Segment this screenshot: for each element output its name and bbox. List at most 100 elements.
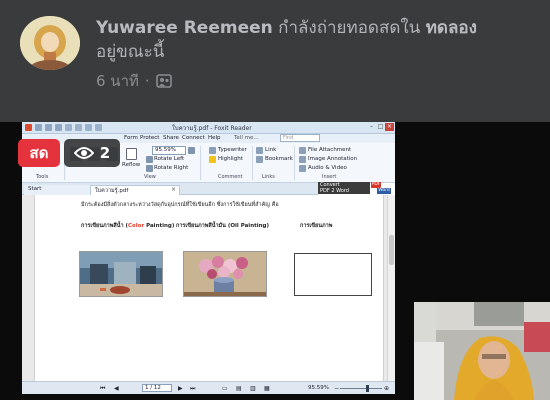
file-attachment-button[interactable]: File Attachment [308, 147, 351, 153]
word-badge: Word [377, 188, 391, 194]
zoom-slider-knob[interactable] [366, 385, 369, 392]
link-icon[interactable] [256, 147, 263, 154]
reflow-label[interactable]: Reflow [122, 162, 140, 168]
previous-page-icon[interactable]: ◀ [114, 385, 119, 392]
scrollbar-thumb[interactable] [389, 235, 394, 265]
ribbon-divider [200, 146, 201, 180]
group-tools-label: Tools [36, 174, 49, 180]
print-icon[interactable] [55, 124, 62, 131]
heading-drawing: การเขียนภาพ [300, 223, 333, 229]
group-view-label: View [144, 174, 156, 180]
hand-tool-icon[interactable] [65, 124, 72, 131]
author-name[interactable]: Yuwaree Reemeen [96, 18, 273, 38]
zoom-in-icon[interactable] [188, 147, 195, 154]
image-annotation-button[interactable]: Image Annotation [308, 156, 357, 162]
highlight-button[interactable]: Highlight [218, 156, 243, 162]
tell-me-box[interactable]: Tell me... [234, 135, 259, 141]
last-page-icon[interactable]: ⏭ [190, 385, 195, 393]
tab-start-label: Start [28, 186, 42, 192]
menu-share[interactable]: Share [163, 135, 179, 141]
ribbon-divider [294, 146, 295, 180]
open-icon[interactable] [35, 124, 42, 131]
group-links-label: Links [262, 174, 275, 180]
author-avatar[interactable] [20, 16, 80, 70]
timestamp[interactable]: 6 นาที [96, 69, 139, 93]
bookmark-icon[interactable] [256, 156, 263, 163]
window-titlebar: ใบความรู้.pdf - Foxit Reader – □ × [22, 122, 395, 134]
rotate-right-button[interactable]: Rotate Right [154, 165, 188, 171]
menu-connect[interactable]: Connect [182, 135, 205, 141]
audio-video-button[interactable]: Audio & Video [308, 165, 347, 171]
drawing-placeholder-image [294, 253, 372, 296]
facing-view-icon[interactable]: ▥ [250, 385, 256, 392]
bookmark-button[interactable]: Bookmark [265, 156, 293, 162]
zoom-slider[interactable] [340, 388, 382, 389]
reflow-icon[interactable] [126, 148, 137, 160]
rotate-left-icon[interactable] [146, 156, 153, 163]
heading-oil-painting: การเขียนภาพสีน้ำมัน (Oil Painting) [176, 223, 269, 229]
live-post: Yuwaree Reemeen กำลังถ่ายทอดสดใน ทดลอง อ… [0, 0, 550, 400]
first-page-icon[interactable]: ⏮ [100, 385, 105, 393]
tab-document[interactable]: ใบความรู้.pdf × [90, 185, 180, 195]
find-input[interactable]: Find [280, 134, 320, 142]
group-name[interactable]: ทดลอง [426, 18, 477, 38]
avatar-image [20, 16, 80, 70]
menu-help[interactable]: Help [208, 135, 221, 141]
image-annotation-icon[interactable] [299, 156, 306, 163]
convert-sublabel: PDF 2 Word [320, 187, 349, 194]
continuous-facing-view-icon[interactable]: ▦ [264, 385, 270, 392]
audio-video-icon[interactable] [299, 165, 306, 172]
meta-separator: · [144, 72, 150, 90]
undo-icon[interactable] [85, 124, 92, 131]
oil-painting-image [183, 251, 267, 297]
webcam-feed-graphic [414, 302, 550, 400]
close-button[interactable]: × [385, 123, 394, 131]
next-page-icon[interactable]: ▶ [178, 385, 183, 392]
window-title: ใบความรู้.pdf - Foxit Reader [172, 125, 252, 132]
ribbon-divider [252, 146, 253, 180]
maximize-button[interactable]: □ [376, 123, 385, 131]
vertical-scrollbar[interactable] [387, 195, 395, 381]
file-attachment-icon[interactable] [299, 147, 306, 154]
group-comment-label: Comment [218, 174, 243, 180]
viewer-count: 2 [99, 144, 111, 162]
select-tool-icon[interactable] [75, 124, 82, 131]
tab-close-icon[interactable]: × [171, 186, 176, 193]
document-tabbar: Start ใบความรู้.pdf × [22, 183, 318, 195]
app-logo-icon [25, 124, 32, 131]
group-privacy-icon [155, 74, 172, 88]
live-video[interactable]: ใบความรู้.pdf - Foxit Reader – □ × Form … [0, 122, 550, 400]
menu-form[interactable]: Form [124, 135, 138, 141]
heading-watercolor-pre: การเขียนภาพสีน้ำ ( [81, 223, 128, 229]
rotate-right-icon[interactable] [146, 165, 153, 172]
save-icon[interactable] [45, 124, 52, 131]
webcam-overlay [414, 302, 550, 400]
post-meta: 6 นาที · [96, 69, 172, 93]
status-bar: ⏮ ◀ 1 / 12 ▶ ⏭ ▭ ▤ ▥ ▦ 95.59% − ⊕ [22, 381, 395, 394]
redo-icon[interactable] [95, 124, 102, 131]
typewriter-button[interactable]: Typewriter [218, 147, 247, 153]
menu-protect[interactable]: Protect [140, 135, 159, 141]
heading-watercolor: การเขียนภาพสีน้ำ (Color Painting) [81, 222, 174, 230]
zoom-out-icon[interactable]: − [334, 385, 339, 392]
single-page-view-icon[interactable]: ▭ [222, 385, 228, 392]
watercolor-painting-graphic [80, 252, 162, 296]
rotate-left-button[interactable]: Rotate Left [154, 156, 184, 162]
link-button[interactable]: Link [265, 147, 276, 153]
watercolor-painting-image [79, 251, 163, 297]
zoom-in-status-icon[interactable]: ⊕ [384, 385, 389, 392]
continuous-view-icon[interactable]: ▤ [236, 385, 242, 392]
minimize-button[interactable]: – [367, 123, 376, 131]
page-number-field[interactable]: 1 / 12 [142, 384, 172, 392]
post-header: Yuwaree Reemeen กำลังถ่ายทอดสดใน ทดลอง อ… [0, 0, 550, 122]
document-viewport[interactable]: มีกระต้องมีสิ่งตัวกลางระหว่างวัสดุกับอุป… [22, 195, 395, 381]
zoom-field[interactable]: 95.59% [152, 146, 186, 155]
document-intro-text: มีกระต้องมีสิ่งตัวกลางระหว่างวัสดุกับอุป… [81, 202, 279, 208]
convert-pdf-to-word-button[interactable]: Convert PDF 2 Word [318, 182, 370, 194]
zoom-status: 95.59% [308, 385, 329, 391]
typewriter-icon[interactable] [209, 147, 216, 154]
pdf-page: มีกระต้องมีสิ่งตัวกลางระหว่างวัสดุกับอุป… [34, 195, 384, 381]
heading-watercolor-color-word: Color [127, 223, 145, 229]
tab-start[interactable]: Start [24, 185, 90, 195]
highlight-icon[interactable] [209, 156, 216, 163]
